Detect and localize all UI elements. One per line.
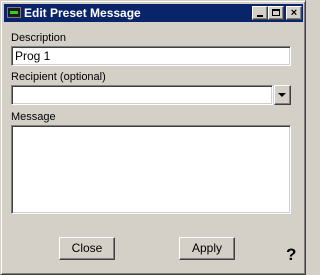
recipient-dropdown-button[interactable] (274, 85, 291, 105)
description-field[interactable] (11, 46, 291, 66)
description-label: Description (11, 32, 67, 44)
message-label: Message (11, 111, 56, 123)
message-textarea[interactable] (11, 125, 291, 214)
help-icon[interactable]: ? (286, 245, 296, 265)
edit-preset-message-window: Edit Preset Message × Description Recipi… (0, 0, 306, 275)
maximize-icon (272, 9, 280, 16)
maximize-button[interactable] (268, 6, 284, 20)
close-window-button[interactable]: × (286, 6, 302, 20)
recipient-label: Recipient (optional) (11, 71, 106, 83)
recipient-combobox[interactable] (11, 85, 273, 105)
chevron-down-icon (278, 93, 286, 97)
minimize-button[interactable] (252, 6, 268, 20)
title-bar[interactable]: Edit Preset Message × (4, 4, 303, 22)
app-icon (7, 7, 21, 18)
minimize-icon (257, 15, 263, 17)
window-title: Edit Preset Message (24, 6, 141, 20)
description-input[interactable] (15, 49, 285, 63)
close-button[interactable]: Close (59, 237, 115, 260)
apply-button[interactable]: Apply (179, 237, 235, 260)
close-icon: × (290, 7, 298, 19)
